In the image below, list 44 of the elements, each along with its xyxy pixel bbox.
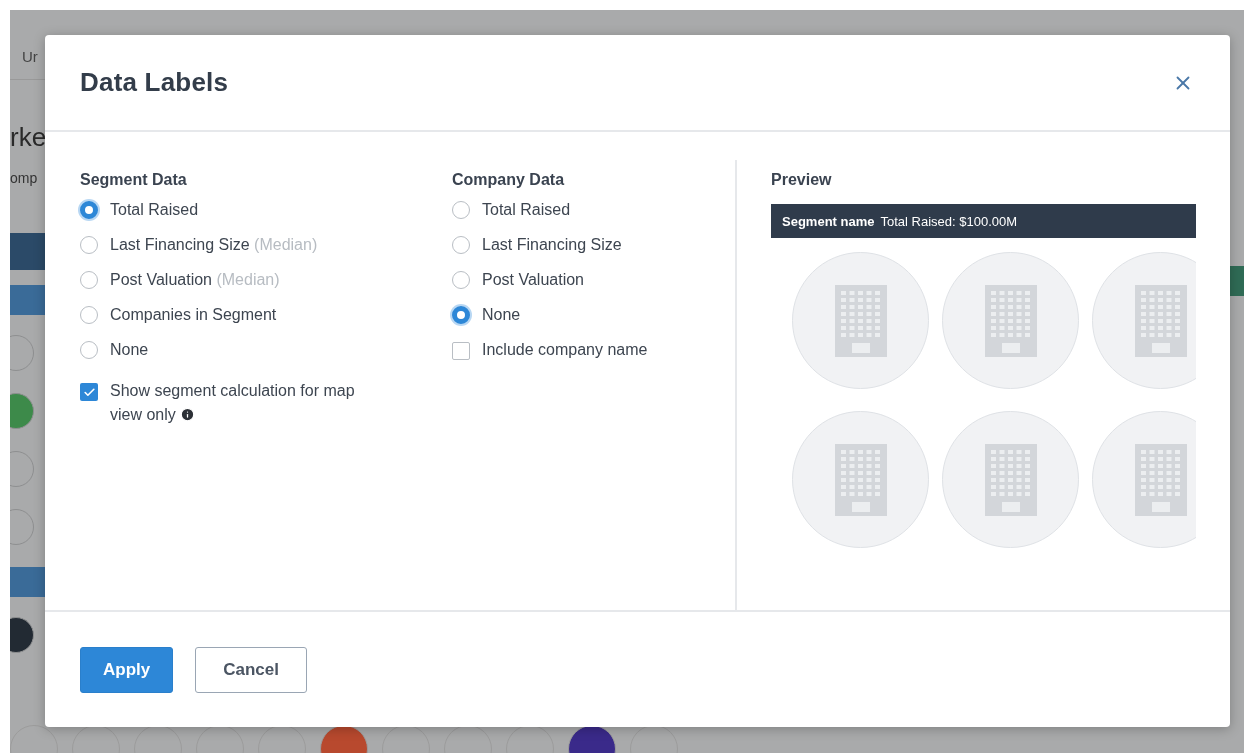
radio-button[interactable] (80, 270, 98, 289)
radio-option[interactable]: Post Valuation (452, 262, 735, 297)
section-heading: Segment Data (80, 170, 188, 190)
building-icon (984, 284, 1037, 357)
radio-option[interactable]: Last Financing Size (452, 227, 735, 262)
dialog-title: Data Labels (80, 67, 229, 98)
building-icon (984, 443, 1037, 516)
radio-button[interactable] (452, 270, 470, 289)
info-icon[interactable] (179, 407, 195, 422)
radio-button[interactable] (80, 305, 98, 324)
section-heading: Preview (771, 170, 833, 190)
segment-name: Segment name (782, 213, 875, 229)
radio-button[interactable] (452, 200, 470, 219)
radio-button[interactable] (452, 305, 470, 324)
radio-option[interactable]: Companies in Segment (80, 297, 452, 332)
radio-option[interactable]: None (452, 297, 735, 332)
radio-option[interactable]: Total Raised (452, 192, 735, 227)
radio-button[interactable] (80, 340, 98, 359)
radio-button[interactable] (80, 235, 98, 254)
radio-button[interactable] (452, 235, 470, 254)
building-icon (1134, 284, 1187, 357)
header-bar (10, 285, 45, 315)
segment-value: Total Raised: $100.00M (880, 213, 1018, 229)
checkbox-option[interactable]: Include company name (452, 340, 735, 362)
checkbox[interactable] (452, 342, 470, 360)
section-heading: Company Data (452, 170, 566, 190)
radio-button[interactable] (80, 200, 98, 219)
page-heading: rke (10, 122, 45, 152)
radio-option[interactable]: Last Financing Size (Median) (80, 227, 452, 262)
header-bar (10, 567, 45, 597)
side-tag (1230, 266, 1244, 296)
radio-option[interactable]: Total Raised (80, 192, 452, 227)
check-icon (82, 385, 96, 399)
page-subheading: omp (10, 170, 39, 188)
radio-option[interactable]: Post Valuation (Median) (80, 262, 452, 297)
apply-button[interactable]: Apply (80, 646, 174, 693)
building-icon (834, 284, 887, 357)
building-icon (834, 443, 887, 516)
checkbox[interactable] (80, 383, 98, 401)
radio-option[interactable]: None (80, 332, 452, 367)
cancel-button[interactable]: Cancel (195, 646, 307, 693)
header-bar (10, 233, 45, 270)
building-icon (1134, 443, 1187, 516)
checkbox-option[interactable]: Show segment calculation for map view only (80, 381, 452, 427)
